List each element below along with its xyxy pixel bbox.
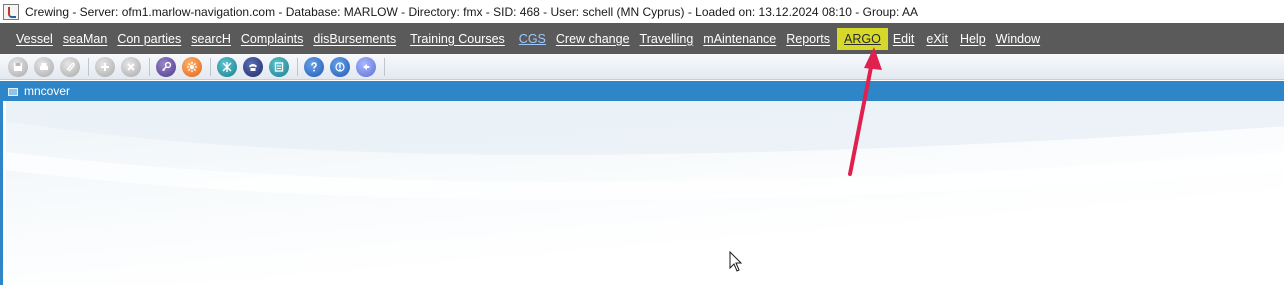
help-icon[interactable]	[304, 56, 324, 77]
tools-icon[interactable]	[217, 56, 237, 77]
menu-edit[interactable]: Edit	[888, 28, 920, 50]
back-icon[interactable]	[356, 56, 376, 77]
menu-maintenance[interactable]: mAintenance	[698, 28, 781, 50]
attach-icon[interactable]	[60, 56, 80, 77]
window-title: Crewing - Server: ofm1.marlow-navigation…	[25, 4, 918, 19]
frame-content	[6, 101, 1284, 285]
info-icon[interactable]	[330, 56, 350, 77]
menu-search[interactable]: searcH	[186, 28, 236, 50]
toolbar-separator	[149, 57, 150, 76]
toolbar-separator	[210, 57, 211, 76]
menu-bar: Vessel seaMan Con parties searcH Complai…	[0, 23, 1284, 54]
menu-training-courses[interactable]: Training Courses	[405, 28, 510, 50]
window-titlebar: Crewing - Server: ofm1.marlow-navigation…	[0, 0, 1284, 23]
toolbar-separator	[88, 57, 89, 76]
java-cup-icon	[3, 3, 19, 20]
menu-travelling[interactable]: Travelling	[635, 28, 699, 50]
frame-icon	[7, 85, 19, 97]
print-icon[interactable]	[34, 56, 54, 77]
frame-title: mncover	[24, 84, 71, 98]
menu-help[interactable]: Help	[955, 28, 991, 50]
menu-reports[interactable]: Reports	[781, 28, 835, 50]
toolbar-separator	[384, 57, 385, 76]
toolbar-separator	[297, 57, 298, 76]
phone-icon[interactable]	[243, 56, 263, 77]
calculator-icon[interactable]	[269, 56, 289, 77]
menu-crew-change[interactable]: Crew change	[551, 28, 635, 50]
menu-con-parties[interactable]: Con parties	[112, 28, 186, 50]
menu-seaman[interactable]: seaMan	[58, 28, 112, 50]
key-icon[interactable]	[156, 56, 176, 77]
add-icon[interactable]	[95, 56, 115, 77]
settings-icon[interactable]	[182, 56, 202, 77]
toolbar	[0, 54, 1284, 80]
delete-icon[interactable]	[121, 56, 141, 77]
save-icon[interactable]	[8, 56, 28, 77]
menu-vessel[interactable]: Vessel	[11, 28, 58, 50]
menu-window[interactable]: Window	[991, 28, 1045, 50]
internal-frame: mncover	[0, 81, 1284, 285]
menu-argo[interactable]: ARGO	[837, 27, 888, 50]
menu-complaints[interactable]: Complaints	[236, 28, 309, 50]
menu-disbursements[interactable]: disBursements	[308, 28, 401, 50]
menu-exit[interactable]: eXit	[921, 28, 953, 50]
background-swoosh	[6, 101, 1284, 200]
frame-titlebar[interactable]: mncover	[3, 81, 1284, 101]
menu-cgs[interactable]: CGS	[514, 28, 551, 50]
